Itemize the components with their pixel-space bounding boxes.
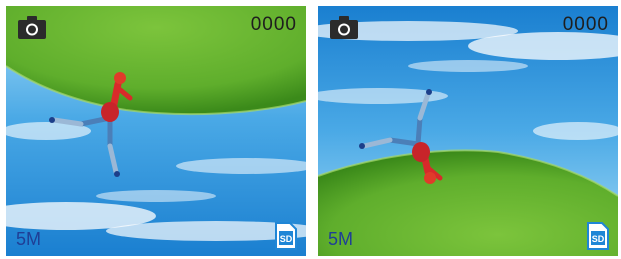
camera-preview-comparison: 0000 5M SD 0000 5M SD xyxy=(0,0,621,259)
sd-card-label: SD xyxy=(592,234,605,244)
preview-image-upside-down xyxy=(6,6,306,256)
resolution-indicator: 5M xyxy=(328,229,354,249)
sd-card-icon: SD xyxy=(585,222,609,250)
preview-screen-upside-down: 0000 5M SD xyxy=(6,6,306,256)
shot-counter: 0000 xyxy=(562,14,609,35)
shot-counter: 0000 xyxy=(250,14,297,35)
resolution-indicator: 5M xyxy=(16,229,42,249)
camera-icon xyxy=(329,14,359,40)
camera-icon xyxy=(17,14,47,40)
preview-screen-upright: 0000 5M SD xyxy=(318,6,618,256)
sd-card-label: SD xyxy=(280,234,293,244)
sd-card-icon: SD xyxy=(273,222,297,250)
preview-image-upright xyxy=(318,6,618,256)
